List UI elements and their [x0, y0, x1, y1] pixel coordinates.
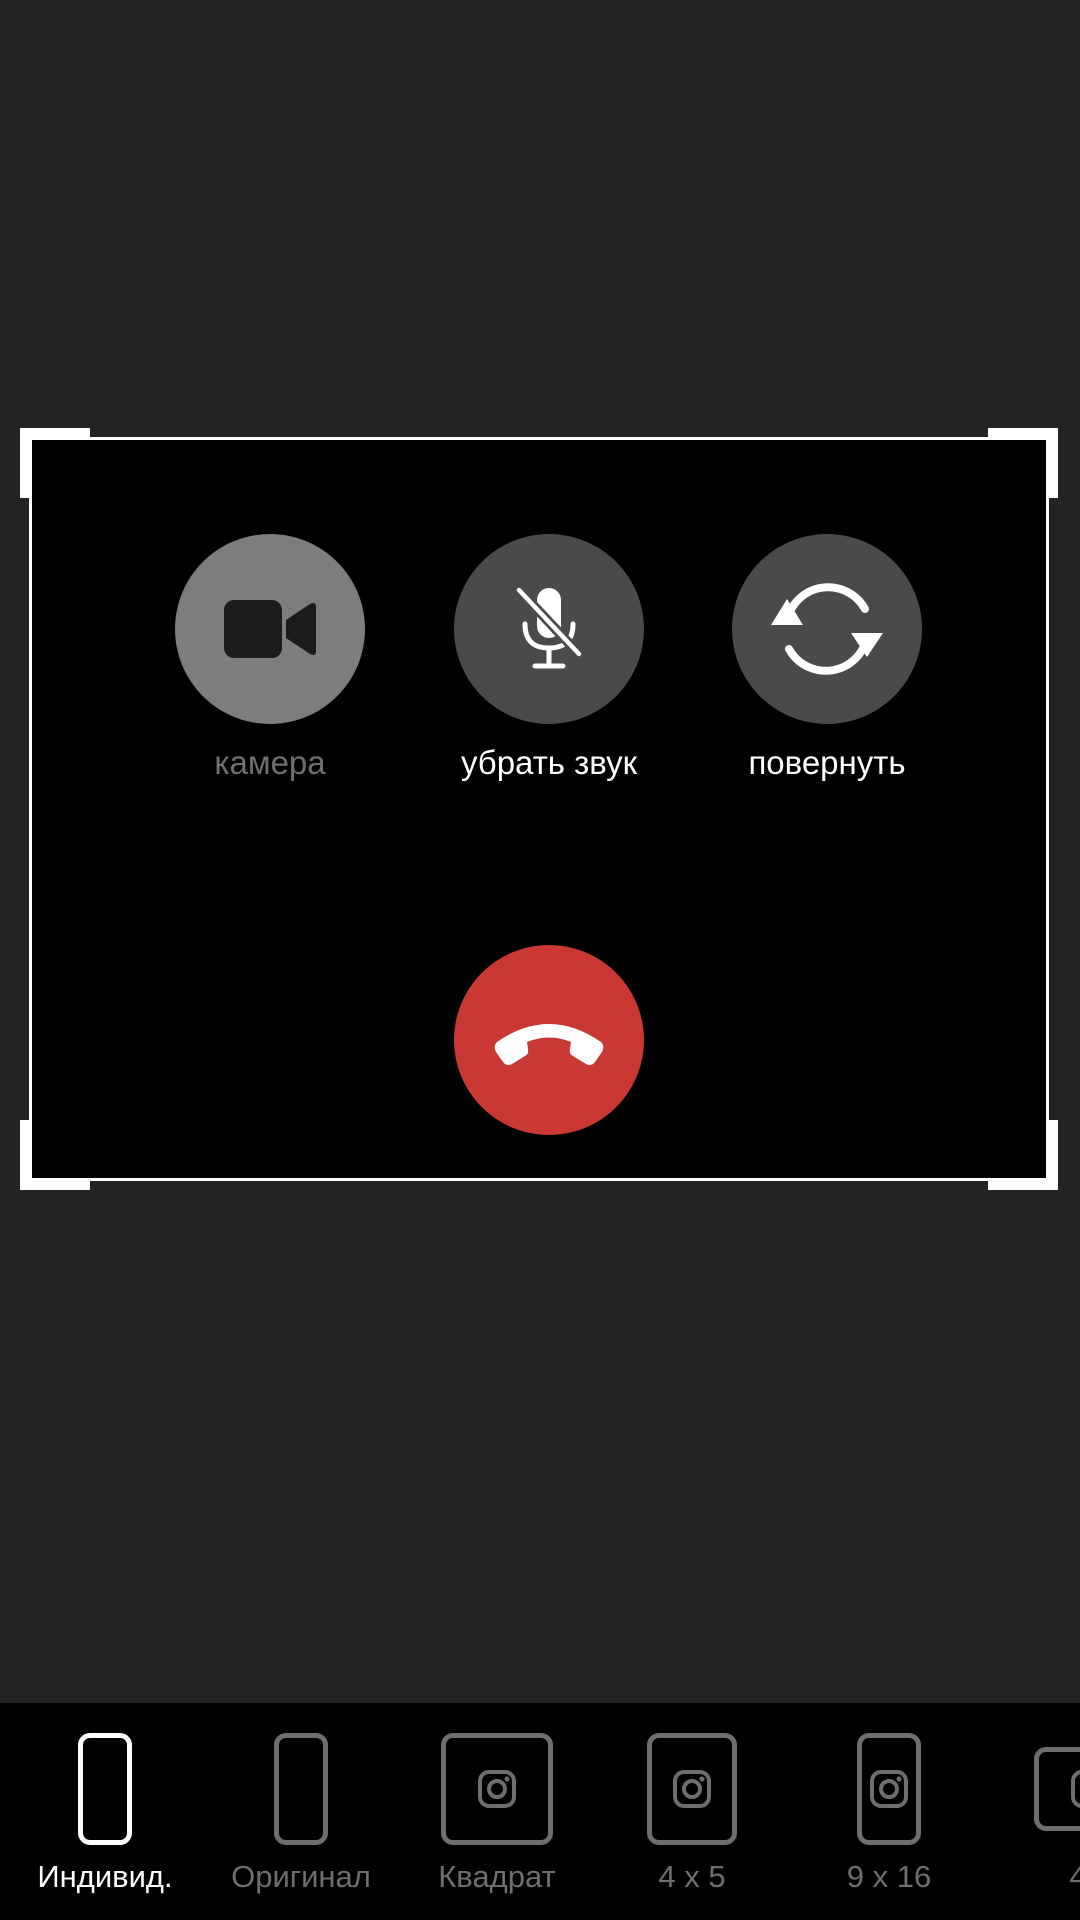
landscape-frame-icon — [1034, 1747, 1080, 1831]
crop-frame[interactable]: камера убрать звук повернуть — [20, 428, 1058, 1190]
crop-handle-bottom-right[interactable] — [988, 1120, 1058, 1190]
crop-handle-bottom-left[interactable] — [20, 1120, 90, 1190]
phone-hangup-icon — [494, 1024, 604, 1066]
aspect-option-square[interactable]: Квадрат — [397, 1733, 597, 1895]
aspect-ratio-bar: Индивид. Оригинал Квадрат 4 x 5 9 x 16 4 — [0, 1703, 1080, 1920]
instagram-icon — [870, 1770, 908, 1808]
aspect-option-custom[interactable]: Индивид. — [5, 1733, 205, 1895]
square-frame-icon — [441, 1733, 553, 1845]
instagram-icon — [673, 1770, 711, 1808]
instagram-icon — [478, 1770, 516, 1808]
crop-handle-top-left[interactable] — [20, 428, 90, 498]
portrait-frame-icon — [647, 1733, 737, 1845]
rotate-button — [732, 534, 922, 724]
aspect-option-partial[interactable]: 4 x — [990, 1733, 1080, 1895]
end-call-button — [454, 945, 644, 1135]
rotate-control: повернуть — [687, 534, 967, 782]
mute-button — [454, 534, 644, 724]
aspect-option-9x16[interactable]: 9 x 16 — [789, 1733, 989, 1895]
mute-control: убрать звук — [409, 534, 689, 782]
video-camera-icon — [224, 600, 316, 658]
aspect-option-label: 4 x 5 — [658, 1859, 726, 1894]
camera-label: камера — [214, 744, 326, 781]
camera-button — [175, 534, 365, 724]
camera-control: камера — [130, 534, 410, 782]
aspect-option-label: Квадрат — [438, 1859, 556, 1894]
story-frame-icon — [857, 1733, 921, 1845]
rotate-camera-icon — [771, 583, 883, 675]
aspect-option-label: 4 x — [1069, 1859, 1080, 1894]
aspect-option-label: Оригинал — [231, 1859, 371, 1894]
phone-outline-icon — [78, 1733, 132, 1845]
mute-label: убрать звук — [460, 744, 638, 781]
instagram-icon — [1071, 1770, 1080, 1808]
aspect-option-original[interactable]: Оригинал — [201, 1733, 401, 1895]
crop-editor: камера убрать звук повернуть Индивид. Ор… — [0, 0, 1080, 1920]
crop-handle-top-right[interactable] — [988, 428, 1058, 498]
aspect-option-label: 9 x 16 — [846, 1859, 932, 1894]
phone-outline-icon — [274, 1733, 328, 1845]
rotate-label: повернуть — [748, 744, 906, 781]
aspect-option-label: Индивид. — [37, 1859, 173, 1894]
aspect-option-4x5[interactable]: 4 x 5 — [592, 1733, 792, 1895]
microphone-off-icon — [515, 586, 583, 669]
